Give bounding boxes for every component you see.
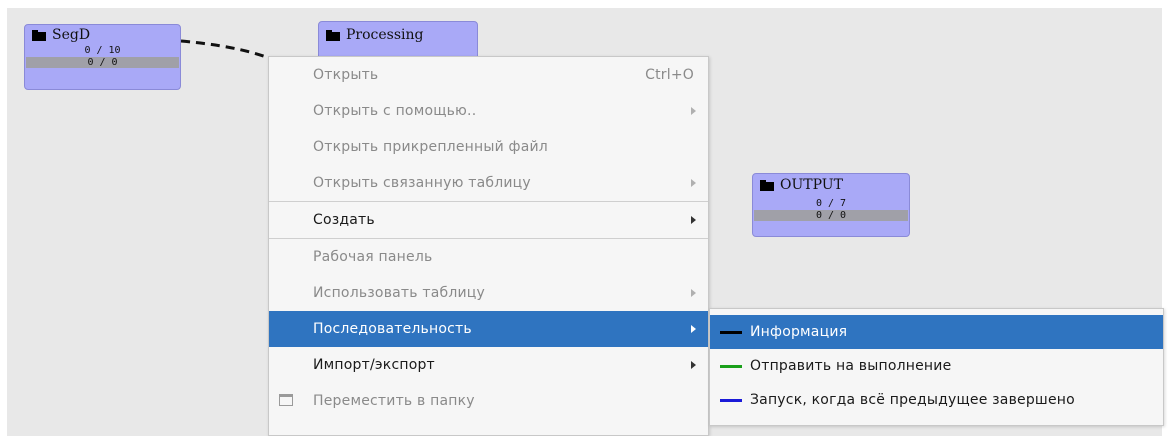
submenu-arrow-icon [691,107,696,115]
node-title: OUTPUT [780,177,843,193]
menu-item-import-export[interactable]: Импорт/экспорт [269,347,708,383]
submenu-item-info[interactable]: Информация [710,315,1163,349]
node-count: 0 / 10 [84,45,121,56]
green-line-icon [720,364,742,368]
submenu-item-submit[interactable]: Отправить на выполнение [710,349,1163,383]
submenu-arrow-icon [691,325,696,333]
folder-icon [32,29,46,41]
submenu-arrow-icon [691,361,696,369]
submenu-arrow-icon [691,289,696,297]
menu-item-open-linked-table[interactable]: Открыть связанную таблицу [269,165,708,201]
black-line-icon [720,330,742,334]
node-segd[interactable]: SegD 0 / 10 0 / 0 [24,24,181,90]
node-title: Processing [346,27,424,43]
submenu-arrow-icon [691,179,696,187]
node-count: 0 / 7 [815,198,847,209]
node-output[interactable]: OUTPUT 0 / 7 0 / 0 [752,173,910,237]
blue-line-icon [720,398,742,402]
menu-item-open-with[interactable]: Открыть с помощью.. [269,93,708,129]
shortcut-label: Ctrl+O [645,67,694,83]
sequence-submenu: Информация Отправить на выполнение Запус… [709,308,1164,426]
menu-item-create[interactable]: Создать [269,202,708,238]
menu-item-open[interactable]: Открыть Ctrl+O [269,57,708,93]
node-progress-bar: 0 / 0 [26,57,179,68]
submenu-arrow-icon [691,216,696,224]
menu-item-sequence[interactable]: Последовательность [269,311,708,347]
menu-item-workspace[interactable]: Рабочая панель [269,239,708,275]
menu-item-use-table[interactable]: Использовать таблицу [269,275,708,311]
submenu-item-run-after-previous[interactable]: Запуск, когда всё предыдущее завершено [710,383,1163,417]
node-processing[interactable]: Processing [318,21,478,61]
folder-icon [760,179,774,191]
menu-item-open-attached-file[interactable]: Открыть прикрепленный файл [269,129,708,165]
node-progress-bar: 0 / 0 [754,210,908,221]
folder-icon [326,29,340,41]
node-title: SegD [52,27,91,43]
menu-item-move-to-folder[interactable]: Переместить в папку [269,383,708,419]
context-menu: Открыть Ctrl+O Открыть с помощью.. Откры… [268,56,709,436]
move-to-folder-icon [279,394,293,406]
